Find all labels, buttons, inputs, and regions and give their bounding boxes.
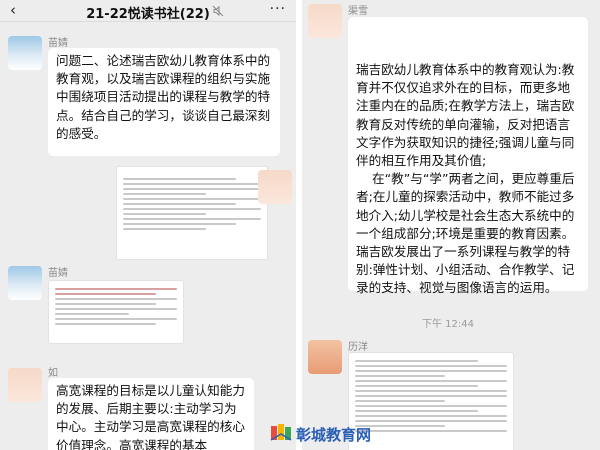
sender-name: 渠雪 [348, 6, 368, 17]
chat-pane-right: 渠雪 瑞吉欧幼儿教育体系中的教育观认为:教育并不仅仅追求外在的目标，而更多地注重… [302, 0, 600, 450]
sender-name: 如 [48, 368, 58, 379]
avatar[interactable] [308, 340, 342, 374]
sender-name: 苗婧 [48, 38, 68, 49]
message-text: 瑞吉欧幼儿教育体系中的教育观认为:教育并不仅仅追求外在的目标，而更多地注重内在的… [356, 62, 575, 296]
message-text: 高宽课程的目标是以儿童认知能力的发展、后期主要以:主动学习为中心。主动学习是高宽… [56, 383, 245, 450]
image-message[interactable] [348, 352, 514, 450]
sender-name: 历洋 [348, 342, 368, 353]
chat-pane-left: ‹ 21-22悦读书社(22) ··· 苗婧 问题二、论述瑞吉欧幼儿教育体系中的… [0, 0, 296, 450]
avatar[interactable] [308, 4, 342, 38]
avatar[interactable] [258, 170, 292, 204]
message-bubble[interactable]: 高宽课程的目标是以儿童认知能力的发展、后期主要以:主动学习为中心。主动学习是高宽… [48, 378, 254, 450]
avatar[interactable] [8, 368, 42, 402]
chat-header: ‹ 21-22悦读书社(22) ··· [0, 0, 296, 22]
watermark-brand: 彰城教育网 [296, 426, 372, 444]
message-text: 问题二、论述瑞吉欧幼儿教育体系中的教育观，以及瑞吉欧课程的组织与实施中围绕项目活… [56, 53, 271, 141]
avatar[interactable] [8, 266, 42, 300]
image-message[interactable] [48, 280, 184, 344]
chat-title: 21-22悦读书社(22) [86, 7, 210, 22]
logo-icon [270, 424, 292, 441]
mute-icon [212, 5, 224, 17]
screenshot: ‹ 21-22悦读书社(22) ··· 苗婧 问题二、论述瑞吉欧幼儿教育体系中的… [0, 0, 600, 450]
more-icon[interactable]: ··· [270, 1, 286, 17]
avatar[interactable] [8, 36, 42, 70]
image-message[interactable] [116, 166, 268, 260]
timestamp: 下午 12:44 [422, 319, 474, 330]
message-bubble[interactable]: 瑞吉欧幼儿教育体系中的教育观认为:教育并不仅仅追求外在的目标，而更多地注重内在的… [348, 17, 588, 295]
sender-name: 苗婧 [48, 268, 68, 279]
message-bubble[interactable]: 问题二、论述瑞吉欧幼儿教育体系中的教育观，以及瑞吉欧课程的组织与实施中围绕项目活… [48, 48, 280, 156]
